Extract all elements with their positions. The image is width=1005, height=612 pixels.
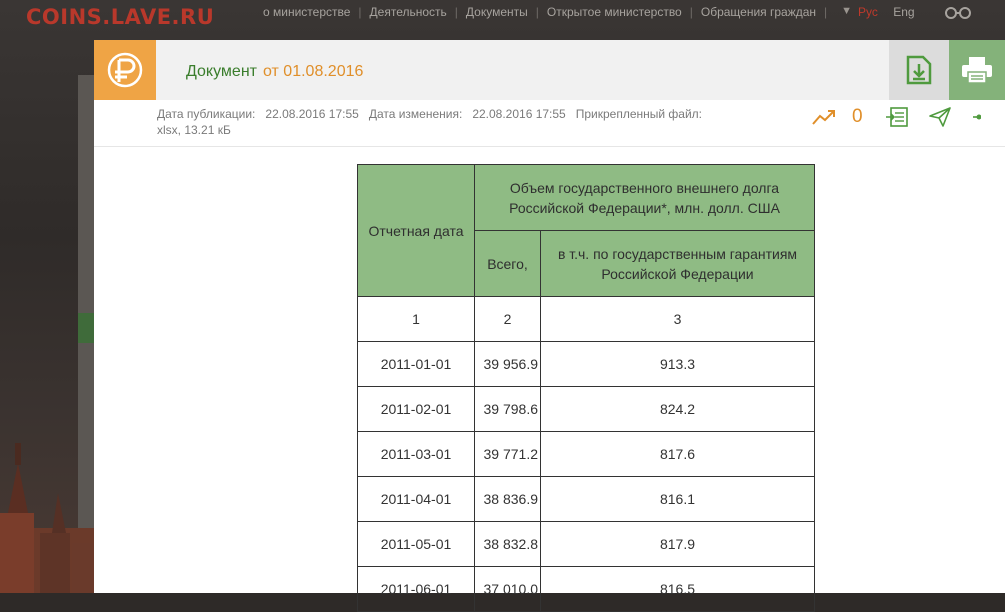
modified-value: 22.08.2016 17:55 — [472, 107, 566, 121]
lang-ru-link[interactable]: Рус — [858, 5, 878, 19]
nav-item-appeals[interactable]: Обращения граждан — [693, 5, 824, 19]
download-file-icon — [906, 55, 932, 85]
trend-stats-icon[interactable] — [812, 108, 836, 126]
header-reporting-date: Отчетная дата — [357, 164, 475, 297]
file-label: Прикрепленный файл: — [575, 107, 703, 121]
ruble-globe-icon — [107, 52, 143, 88]
lang-en-link[interactable]: Eng — [893, 5, 914, 19]
watermark: COINS.LAVE.RU — [26, 5, 215, 29]
minfin-logo — [94, 40, 156, 100]
nav-item-documents[interactable]: Документы — [458, 5, 536, 19]
table-row: 2011-03-01 39 771.2 817.6 — [357, 431, 815, 477]
views-count: 0 — [852, 106, 863, 127]
column-number: 1 — [357, 296, 475, 342]
cell-date: 2011-06-01 — [357, 566, 475, 612]
header-debt-volume: Объем государственного внешнего долга Ро… — [474, 164, 815, 231]
background-green-marker — [78, 313, 94, 343]
nav-more-dropdown-icon[interactable]: ▼ — [841, 5, 852, 19]
export-document-icon[interactable] — [885, 107, 909, 127]
nav-links: о министерстве | Деятельность | Документы |… — [255, 5, 852, 19]
cell-guarantees: 824.2 — [540, 386, 815, 432]
modified-label: Дата изменения: — [368, 107, 463, 121]
table-row: 2011-05-01 38 832.8 817.9 — [357, 521, 815, 567]
cell-date: 2011-01-01 — [357, 341, 475, 387]
external-debt-table: Отчетная дата Объем государственного вне… — [357, 164, 815, 612]
table-column-numbers-row: 1 2 3 — [357, 296, 815, 342]
nav-item-open-ministry[interactable]: Открытое министерство — [539, 5, 690, 19]
header-divider — [94, 146, 1005, 147]
printer-icon — [962, 57, 992, 84]
table-row: 2011-04-01 38 836.9 816.1 — [357, 476, 815, 522]
cell-guarantees: 816.5 — [540, 566, 815, 612]
share-icon[interactable] — [971, 107, 981, 127]
download-button[interactable] — [889, 40, 949, 100]
published-label: Дата публикации: — [157, 107, 256, 121]
document-date: от 01.08.2016 — [262, 63, 364, 80]
table-row: 2011-01-01 39 956.9 913.3 — [357, 341, 815, 387]
cell-total: 39 956.9 — [474, 341, 541, 387]
cell-date: 2011-02-01 — [357, 386, 475, 432]
language-switch: Рус Eng — [858, 5, 915, 19]
print-button[interactable] — [949, 40, 1005, 100]
cell-guarantees: 817.9 — [540, 521, 815, 567]
column-number: 2 — [474, 296, 541, 342]
kremlin-tower-image — [0, 443, 94, 593]
document-title: Документ от 01.08.2016 — [186, 63, 363, 81]
column-number: 3 — [540, 296, 815, 342]
header-total: Всего, — [474, 230, 541, 297]
cell-guarantees: 817.6 — [540, 431, 815, 477]
send-paper-plane-icon[interactable] — [928, 107, 951, 127]
cell-date: 2011-04-01 — [357, 476, 475, 522]
cell-total: 38 836.9 — [474, 476, 541, 522]
cell-date: 2011-03-01 — [357, 431, 475, 477]
document-modal: Документ от 01.08.2016 Дата публикации: 22… — [94, 40, 1005, 612]
nav-item-activity[interactable]: Деятельность — [362, 5, 455, 19]
nav-item-about[interactable]: о министерстве — [255, 5, 358, 19]
document-title-label: Документ — [186, 63, 257, 80]
cell-guarantees: 913.3 — [540, 341, 815, 387]
published-value: 22.08.2016 17:55 — [265, 107, 359, 121]
cell-date: 2011-05-01 — [357, 521, 475, 567]
cell-total: 37 010.0 — [474, 566, 541, 612]
accessibility-glasses-icon[interactable] — [944, 4, 972, 20]
cell-guarantees: 816.1 — [540, 476, 815, 522]
table-row: 2011-06-01 37 010.0 816.5 — [357, 566, 815, 612]
file-value[interactable]: xlsx, 13.21 кБ — [157, 123, 231, 137]
top-navigation: COINS.LAVE.RU о министерстве | Деятельнос… — [0, 0, 1005, 29]
cell-total: 39 771.2 — [474, 431, 541, 477]
cell-total: 38 832.8 — [474, 521, 541, 567]
table-row: 2011-02-01 39 798.6 824.2 — [357, 386, 815, 432]
document-meta: Дата публикации: 22.08.2016 17:55 Дата изм… — [157, 106, 797, 138]
header-guarantees: в т.ч. по государственным гарантиям Росс… — [540, 230, 815, 297]
meta-actions: 0 — [812, 104, 981, 130]
cell-total: 39 798.6 — [474, 386, 541, 432]
table-header-row: Отчетная дата Объем государственного вне… — [357, 164, 815, 297]
modal-header: Документ от 01.08.2016 — [94, 40, 1005, 100]
